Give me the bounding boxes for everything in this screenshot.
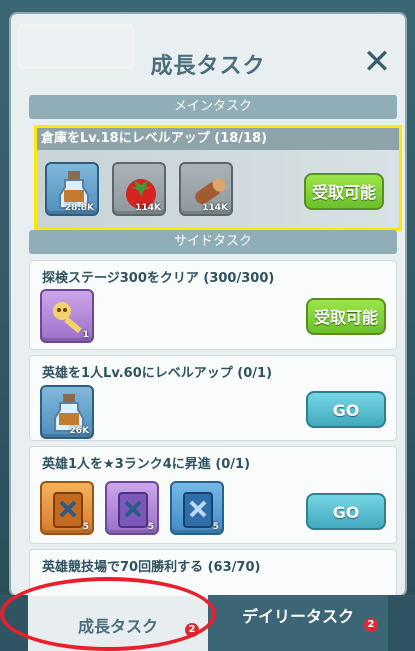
reward-potion[interactable]: 26K (40, 385, 94, 439)
side-task-title: 探検ステージ300をクリア (300/300) (42, 271, 275, 286)
side-task-header: サイドタスク (29, 230, 397, 254)
notification-badge: 2 (364, 618, 378, 632)
reward-count: 1 (82, 330, 89, 340)
go-button[interactable]: GO (306, 493, 386, 530)
reward-count: 114K (202, 203, 228, 213)
reward-count: 26K (69, 426, 90, 436)
reward-book[interactable]: 5 (170, 481, 224, 535)
go-button[interactable]: GO (306, 391, 386, 428)
reward-key[interactable]: 1 (40, 289, 94, 343)
close-icon[interactable]: ✕ (359, 44, 395, 80)
reward-tomato[interactable]: 114K (112, 162, 166, 216)
side-task-row: 探検ステージ300をクリア (300/300) 1 受取可能 (29, 260, 397, 350)
panel-title: 成長タスク (150, 54, 266, 79)
claim-button-side[interactable]: 受取可能 (306, 298, 386, 335)
reward-wood[interactable]: 114K (179, 162, 233, 216)
reward-book[interactable]: 5 (40, 481, 94, 535)
main-task-title: 倉庫をLv.18にレベルアップ (18/18) (37, 128, 399, 150)
tab-daily-task[interactable]: デイリータスク 2 (208, 595, 388, 651)
reward-count: 5 (212, 522, 219, 532)
highlight-oval (0, 577, 216, 651)
side-task-row: 英雄1人を★3ランク4に昇進 (0/1) 5 5 5 GO (29, 446, 397, 544)
claim-button-main[interactable]: 受取可能 (304, 173, 384, 210)
main-task-card: 倉庫をLv.18にレベルアップ (18/18) 28.8K 114K 114K … (34, 125, 402, 231)
side-task-title: 英雄競技場で70回勝利する (63/70) (42, 560, 261, 575)
reward-count: 114K (135, 203, 161, 213)
side-task-row: 英雄を1人Lv.60にレベルアップ (0/1) 26K GO (29, 355, 397, 441)
reward-book[interactable]: 5 (105, 481, 159, 535)
reward-count: 5 (82, 522, 89, 532)
reward-count: 28.8K (64, 203, 94, 213)
game-window: 成長タスク ✕ メインタスク 倉庫をLv.18にレベルアップ (18/18) 2… (0, 0, 415, 651)
reward-potion[interactable]: 28.8K (45, 162, 99, 216)
side-task-title: 英雄を1人Lv.60にレベルアップ (0/1) (42, 366, 273, 381)
side-task-title: 英雄1人を★3ランク4に昇進 (0/1) (42, 457, 251, 472)
reward-count: 5 (147, 522, 154, 532)
task-panel: 成長タスク ✕ メインタスク 倉庫をLv.18にレベルアップ (18/18) 2… (9, 12, 407, 597)
main-task-header: メインタスク (29, 95, 397, 119)
tab-label: デイリータスク (241, 607, 354, 626)
